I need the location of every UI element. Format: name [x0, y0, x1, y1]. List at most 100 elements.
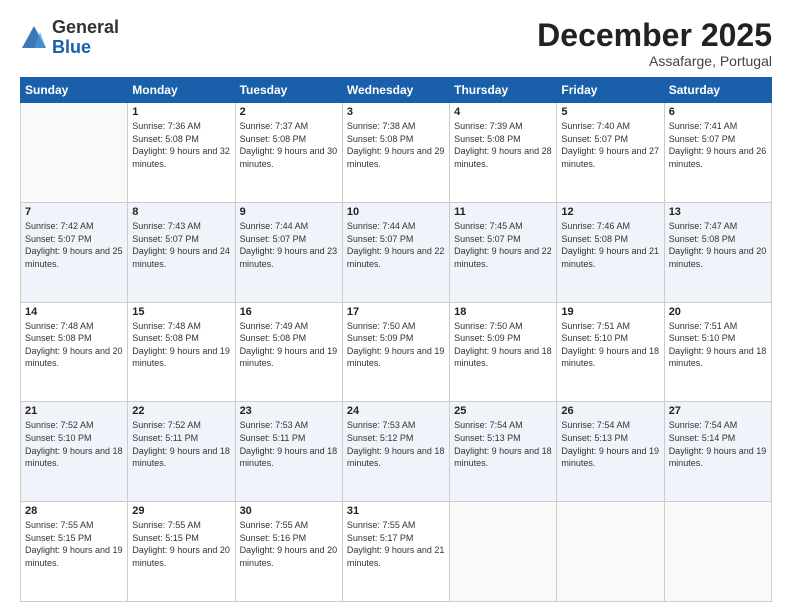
logo-blue: Blue: [52, 38, 119, 58]
day-info: Sunrise: 7:38 AMSunset: 5:08 PMDaylight:…: [347, 120, 445, 170]
day-info: Sunrise: 7:42 AMSunset: 5:07 PMDaylight:…: [25, 220, 123, 270]
day-number: 6: [669, 106, 767, 118]
day-info: Sunrise: 7:52 AMSunset: 5:11 PMDaylight:…: [132, 419, 230, 469]
day-cell: 19 Sunrise: 7:51 AMSunset: 5:10 PMDayligh…: [557, 302, 664, 402]
col-header-tuesday: Tuesday: [235, 78, 342, 103]
day-cell: 29Sunrise: 7:55 AMSunset: 5:15 PMDayligh…: [128, 502, 235, 602]
day-cell: 6 Sunrise: 7:41 AMSunset: 5:07 PMDaylight…: [664, 103, 771, 203]
day-info: Sunrise: 7:36 AMSunset: 5:08 PMDaylight:…: [132, 120, 230, 170]
day-number: 3: [347, 106, 445, 118]
day-info: Sunrise: 7:41 AMSunset: 5:07 PMDaylight:…: [669, 120, 767, 170]
day-number: 7: [25, 206, 123, 218]
week-row: 21 Sunrise: 7:52 AMSunset: 5:10 PMDayligh…: [21, 402, 772, 502]
page: General Blue December 2025 Assafarge, Po…: [0, 0, 792, 612]
day-number: 17: [347, 306, 445, 318]
day-number: 25: [454, 405, 552, 417]
day-cell: 3 Sunrise: 7:38 AMSunset: 5:08 PMDaylight…: [342, 103, 449, 203]
day-cell: 13 Sunrise: 7:47 AMSunset: 5:08 PMDayligh…: [664, 202, 771, 302]
day-number: 2: [240, 106, 338, 118]
day-info: Sunrise: 7:50 AMSunset: 5:09 PMDaylight:…: [454, 320, 552, 370]
day-cell: [450, 502, 557, 602]
day-number: 15: [132, 306, 230, 318]
day-cell: 9Sunrise: 7:44 AMSunset: 5:07 PMDaylight…: [235, 202, 342, 302]
day-info: Sunrise: 7:51 AMSunset: 5:10 PMDaylight:…: [669, 320, 767, 370]
day-cell: 1 Sunrise: 7:36 AMSunset: 5:08 PMDaylight…: [128, 103, 235, 203]
day-number: 19: [561, 306, 659, 318]
col-header-wednesday: Wednesday: [342, 78, 449, 103]
day-number: 23: [240, 405, 338, 417]
day-number: 27: [669, 405, 767, 417]
calendar: SundayMondayTuesdayWednesdayThursdayFrid…: [20, 77, 772, 602]
day-cell: 10 Sunrise: 7:44 AMSunset: 5:07 PMDayligh…: [342, 202, 449, 302]
col-header-thursday: Thursday: [450, 78, 557, 103]
day-cell: 30Sunrise: 7:55 AMSunset: 5:16 PMDayligh…: [235, 502, 342, 602]
day-info: Sunrise: 7:51 AMSunset: 5:10 PMDaylight:…: [561, 320, 659, 370]
day-cell: 5 Sunrise: 7:40 AMSunset: 5:07 PMDaylight…: [557, 103, 664, 203]
week-row: 1 Sunrise: 7:36 AMSunset: 5:08 PMDaylight…: [21, 103, 772, 203]
day-number: 31: [347, 505, 445, 517]
day-number: 5: [561, 106, 659, 118]
title-block: December 2025 Assafarge, Portugal: [537, 18, 772, 69]
logo-text: General Blue: [52, 18, 119, 58]
day-number: 14: [25, 306, 123, 318]
day-number: 18: [454, 306, 552, 318]
day-number: 20: [669, 306, 767, 318]
day-cell: 2 Sunrise: 7:37 AMSunset: 5:08 PMDaylight…: [235, 103, 342, 203]
day-cell: 12Sunrise: 7:46 AMSunset: 5:08 PMDayligh…: [557, 202, 664, 302]
day-cell: 17 Sunrise: 7:50 AMSunset: 5:09 PMDayligh…: [342, 302, 449, 402]
day-cell: 21 Sunrise: 7:52 AMSunset: 5:10 PMDayligh…: [21, 402, 128, 502]
day-number: 1: [132, 106, 230, 118]
header-row: SundayMondayTuesdayWednesdayThursdayFrid…: [21, 78, 772, 103]
day-cell: 26 Sunrise: 7:54 AMSunset: 5:13 PMDayligh…: [557, 402, 664, 502]
day-number: 12: [561, 206, 659, 218]
day-info: Sunrise: 7:43 AMSunset: 5:07 PMDaylight:…: [132, 220, 230, 270]
day-number: 8: [132, 206, 230, 218]
day-info: Sunrise: 7:50 AMSunset: 5:09 PMDaylight:…: [347, 320, 445, 370]
day-info: Sunrise: 7:52 AMSunset: 5:10 PMDaylight:…: [25, 419, 123, 469]
day-info: Sunrise: 7:37 AMSunset: 5:08 PMDaylight:…: [240, 120, 338, 170]
day-info: Sunrise: 7:55 AMSunset: 5:16 PMDaylight:…: [240, 519, 338, 569]
location: Assafarge, Portugal: [537, 53, 772, 69]
day-info: Sunrise: 7:44 AMSunset: 5:07 PMDaylight:…: [240, 220, 338, 270]
day-info: Sunrise: 7:49 AMSunset: 5:08 PMDaylight:…: [240, 320, 338, 370]
day-info: Sunrise: 7:39 AMSunset: 5:08 PMDaylight:…: [454, 120, 552, 170]
col-header-monday: Monday: [128, 78, 235, 103]
day-cell: [557, 502, 664, 602]
day-info: Sunrise: 7:53 AMSunset: 5:11 PMDaylight:…: [240, 419, 338, 469]
day-number: 13: [669, 206, 767, 218]
col-header-friday: Friday: [557, 78, 664, 103]
logo: General Blue: [20, 18, 119, 58]
day-cell: 14Sunrise: 7:48 AMSunset: 5:08 PMDayligh…: [21, 302, 128, 402]
day-info: Sunrise: 7:54 AMSunset: 5:14 PMDaylight:…: [669, 419, 767, 469]
day-number: 16: [240, 306, 338, 318]
day-cell: 8 Sunrise: 7:43 AMSunset: 5:07 PMDaylight…: [128, 202, 235, 302]
day-info: Sunrise: 7:54 AMSunset: 5:13 PMDaylight:…: [561, 419, 659, 469]
day-cell: 20 Sunrise: 7:51 AMSunset: 5:10 PMDayligh…: [664, 302, 771, 402]
week-row: 28Sunrise: 7:55 AMSunset: 5:15 PMDayligh…: [21, 502, 772, 602]
day-cell: 7 Sunrise: 7:42 AMSunset: 5:07 PMDaylight…: [21, 202, 128, 302]
day-info: Sunrise: 7:45 AMSunset: 5:07 PMDaylight:…: [454, 220, 552, 270]
day-cell: 27 Sunrise: 7:54 AMSunset: 5:14 PMDayligh…: [664, 402, 771, 502]
day-cell: [664, 502, 771, 602]
col-header-saturday: Saturday: [664, 78, 771, 103]
day-number: 11: [454, 206, 552, 218]
month-title: December 2025: [537, 18, 772, 53]
logo-general: General: [52, 18, 119, 38]
day-number: 26: [561, 405, 659, 417]
day-number: 24: [347, 405, 445, 417]
header: General Blue December 2025 Assafarge, Po…: [20, 18, 772, 69]
day-info: Sunrise: 7:55 AMSunset: 5:17 PMDaylight:…: [347, 519, 445, 569]
day-number: 22: [132, 405, 230, 417]
day-number: 10: [347, 206, 445, 218]
logo-icon: [20, 24, 48, 52]
day-info: Sunrise: 7:40 AMSunset: 5:07 PMDaylight:…: [561, 120, 659, 170]
day-number: 21: [25, 405, 123, 417]
day-info: Sunrise: 7:44 AMSunset: 5:07 PMDaylight:…: [347, 220, 445, 270]
day-info: Sunrise: 7:55 AMSunset: 5:15 PMDaylight:…: [25, 519, 123, 569]
day-cell: 25Sunrise: 7:54 AMSunset: 5:13 PMDayligh…: [450, 402, 557, 502]
day-info: Sunrise: 7:47 AMSunset: 5:08 PMDaylight:…: [669, 220, 767, 270]
day-info: Sunrise: 7:53 AMSunset: 5:12 PMDaylight:…: [347, 419, 445, 469]
day-cell: 24 Sunrise: 7:53 AMSunset: 5:12 PMDayligh…: [342, 402, 449, 502]
day-cell: 11 Sunrise: 7:45 AMSunset: 5:07 PMDayligh…: [450, 202, 557, 302]
week-row: 7 Sunrise: 7:42 AMSunset: 5:07 PMDaylight…: [21, 202, 772, 302]
